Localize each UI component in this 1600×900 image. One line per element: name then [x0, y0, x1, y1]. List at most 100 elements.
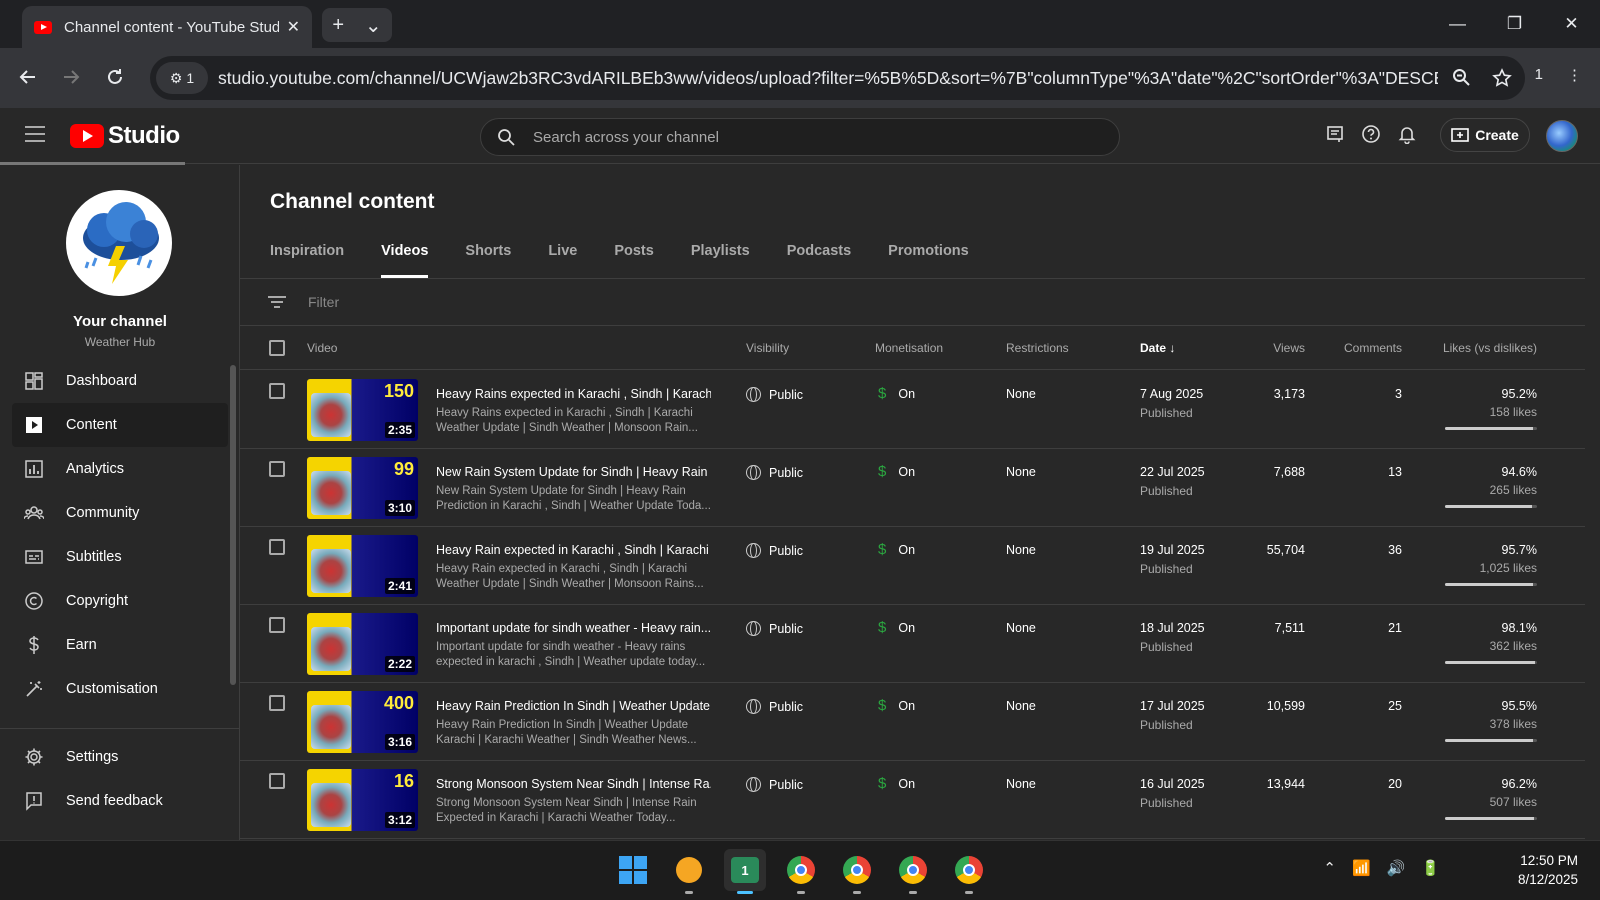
notifications-bell-icon[interactable] — [1397, 124, 1417, 144]
messages-icon[interactable] — [1325, 124, 1345, 144]
monetisation-cell[interactable]: $ On — [878, 541, 915, 558]
sidebar-scrollbar[interactable] — [230, 365, 236, 685]
tab-posts[interactable]: Posts — [614, 238, 654, 278]
browser-tab[interactable]: Channel content - YouTube Studio ✕ — [22, 6, 312, 48]
video-title[interactable]: Strong Monsoon System Near Sindh | Inten… — [436, 777, 711, 791]
volume-icon[interactable]: 🔊 — [1387, 859, 1406, 877]
sidebar-item-analytics[interactable]: Analytics — [12, 447, 228, 491]
sidebar-item-community[interactable]: Community — [12, 491, 228, 535]
video-thumbnail[interactable]: 2:41 — [307, 535, 418, 597]
channel-avatar[interactable] — [66, 190, 172, 296]
tab-podcasts[interactable]: Podcasts — [787, 238, 851, 278]
comments-value[interactable]: 36 — [1388, 543, 1402, 557]
video-title[interactable]: Heavy Rain expected in Karachi , Sindh |… — [436, 543, 711, 557]
tab-search-button[interactable]: ⌄ — [365, 13, 382, 38]
search-box[interactable] — [480, 118, 1120, 156]
column-likes[interactable]: Likes (vs dislikes) — [1443, 341, 1537, 355]
help-icon[interactable] — [1361, 124, 1381, 144]
video-thumbnail[interactable]: 150 2:35 — [307, 379, 418, 441]
new-tab-button[interactable]: + — [332, 14, 344, 37]
start-button[interactable] — [612, 849, 654, 891]
restore-button[interactable]: ❐ — [1486, 0, 1543, 48]
video-thumbnail[interactable]: 400 3:16 — [307, 691, 418, 753]
address-bar[interactable]: ⚙ 1 studio.youtube.com/channel/UCWjaw2b3… — [150, 56, 1525, 100]
sidebar-item-send-feedback[interactable]: Send feedback — [12, 779, 228, 823]
visibility-cell[interactable]: Public — [746, 777, 803, 792]
visibility-cell[interactable]: Public — [746, 387, 803, 402]
taskbar-app-1[interactable] — [668, 849, 710, 894]
your-channel-label[interactable]: Your channel — [0, 313, 240, 330]
column-restrictions[interactable]: Restrictions — [1006, 341, 1069, 355]
minimize-button[interactable]: — — [1429, 0, 1486, 48]
column-comments[interactable]: Comments — [1344, 341, 1402, 355]
clock[interactable]: 12:50 PM 8/12/2025 — [1518, 851, 1578, 889]
comments-value[interactable]: 20 — [1388, 777, 1402, 791]
video-title[interactable]: Heavy Rain Prediction In Sindh | Weather… — [436, 699, 711, 713]
monetisation-cell[interactable]: $ On — [878, 619, 915, 636]
comments-value[interactable]: 25 — [1388, 699, 1402, 713]
monetisation-cell[interactable]: $ On — [878, 697, 915, 714]
comments-value[interactable]: 13 — [1388, 465, 1402, 479]
filter-icon[interactable] — [268, 293, 286, 311]
row-checkbox[interactable] — [269, 461, 285, 477]
reload-button[interactable] — [100, 62, 130, 92]
visibility-cell[interactable]: Public — [746, 543, 803, 558]
sidebar-item-dashboard[interactable]: Dashboard — [12, 359, 228, 403]
monetisation-cell[interactable]: $ On — [878, 463, 915, 480]
menu-icon[interactable] — [25, 126, 45, 142]
video-thumbnail[interactable]: 99 3:10 — [307, 457, 418, 519]
studio-logo[interactable]: Studio — [70, 122, 180, 150]
taskbar-chrome-1[interactable] — [780, 849, 822, 894]
tab-inspiration[interactable]: Inspiration — [270, 238, 344, 278]
taskbar-app-2[interactable]: 1 — [724, 849, 766, 894]
profile-count[interactable]: 1 — [1535, 66, 1543, 84]
tab-promotions[interactable]: Promotions — [888, 238, 969, 278]
video-title[interactable]: Heavy Rains expected in Karachi , Sindh … — [436, 387, 711, 401]
video-title[interactable]: Important update for sindh weather - Hea… — [436, 621, 711, 635]
visibility-cell[interactable]: Public — [746, 465, 803, 480]
site-info-button[interactable]: ⚙ 1 — [156, 62, 208, 94]
row-checkbox[interactable] — [269, 617, 285, 633]
search-input[interactable] — [533, 128, 1093, 146]
row-checkbox[interactable] — [269, 383, 285, 399]
sidebar-item-content[interactable]: Content — [12, 403, 228, 447]
comments-value[interactable]: 3 — [1395, 387, 1402, 401]
sidebar-item-subtitles[interactable]: Subtitles — [12, 535, 228, 579]
select-all-checkbox[interactable] — [269, 340, 285, 356]
column-monetisation[interactable]: Monetisation — [875, 341, 943, 355]
tab-close-icon[interactable]: ✕ — [287, 17, 300, 37]
zoom-icon[interactable] — [1452, 68, 1470, 86]
row-checkbox[interactable] — [269, 695, 285, 711]
column-visibility[interactable]: Visibility — [746, 341, 789, 355]
monetisation-cell[interactable]: $ On — [878, 775, 915, 792]
wifi-icon[interactable]: 📶 — [1352, 859, 1371, 877]
filter-input[interactable]: Filter — [308, 294, 339, 310]
column-date[interactable]: Date ↓ — [1140, 341, 1175, 355]
row-checkbox[interactable] — [269, 539, 285, 555]
back-button[interactable] — [13, 62, 43, 92]
more-menu-icon[interactable]: ⋮ — [1567, 66, 1582, 84]
create-button[interactable]: Create — [1440, 118, 1530, 152]
monetisation-cell[interactable]: $ On — [878, 385, 915, 402]
window-close-button[interactable]: ✕ — [1543, 0, 1600, 48]
video-thumbnail[interactable]: 16 3:12 — [307, 769, 418, 831]
row-checkbox[interactable] — [269, 773, 285, 789]
filter-bar[interactable]: Filter — [240, 279, 1585, 326]
taskbar-chrome-3[interactable] — [892, 849, 934, 894]
table-row[interactable]: 2:41 Heavy Rain expected in Karachi , Sin… — [240, 527, 1585, 605]
table-row[interactable]: 150 2:35 Heavy Rains expected in Karachi ,… — [240, 371, 1585, 449]
sidebar-item-settings[interactable]: Settings — [12, 735, 228, 779]
sidebar-item-copyright[interactable]: Copyright — [12, 579, 228, 623]
visibility-cell[interactable]: Public — [746, 699, 803, 714]
table-row[interactable]: 400 3:16 Heavy Rain Prediction In Sindh | … — [240, 683, 1585, 761]
table-row[interactable]: 2:22 Important update for sindh weather -… — [240, 605, 1585, 683]
tab-live[interactable]: Live — [548, 238, 577, 278]
video-thumbnail[interactable]: 2:22 — [307, 613, 418, 675]
chevron-up-icon[interactable]: ⌃ — [1323, 859, 1336, 877]
url-text[interactable]: studio.youtube.com/channel/UCWjaw2b3RC3v… — [218, 68, 1438, 89]
table-row[interactable]: 16 3:12 Strong Monsoon System Near Sindh |… — [240, 761, 1585, 839]
video-title[interactable]: New Rain System Update for Sindh | Heavy… — [436, 465, 711, 479]
account-avatar[interactable] — [1546, 120, 1578, 152]
column-views[interactable]: Views — [1273, 341, 1305, 355]
forward-button[interactable] — [56, 62, 86, 92]
